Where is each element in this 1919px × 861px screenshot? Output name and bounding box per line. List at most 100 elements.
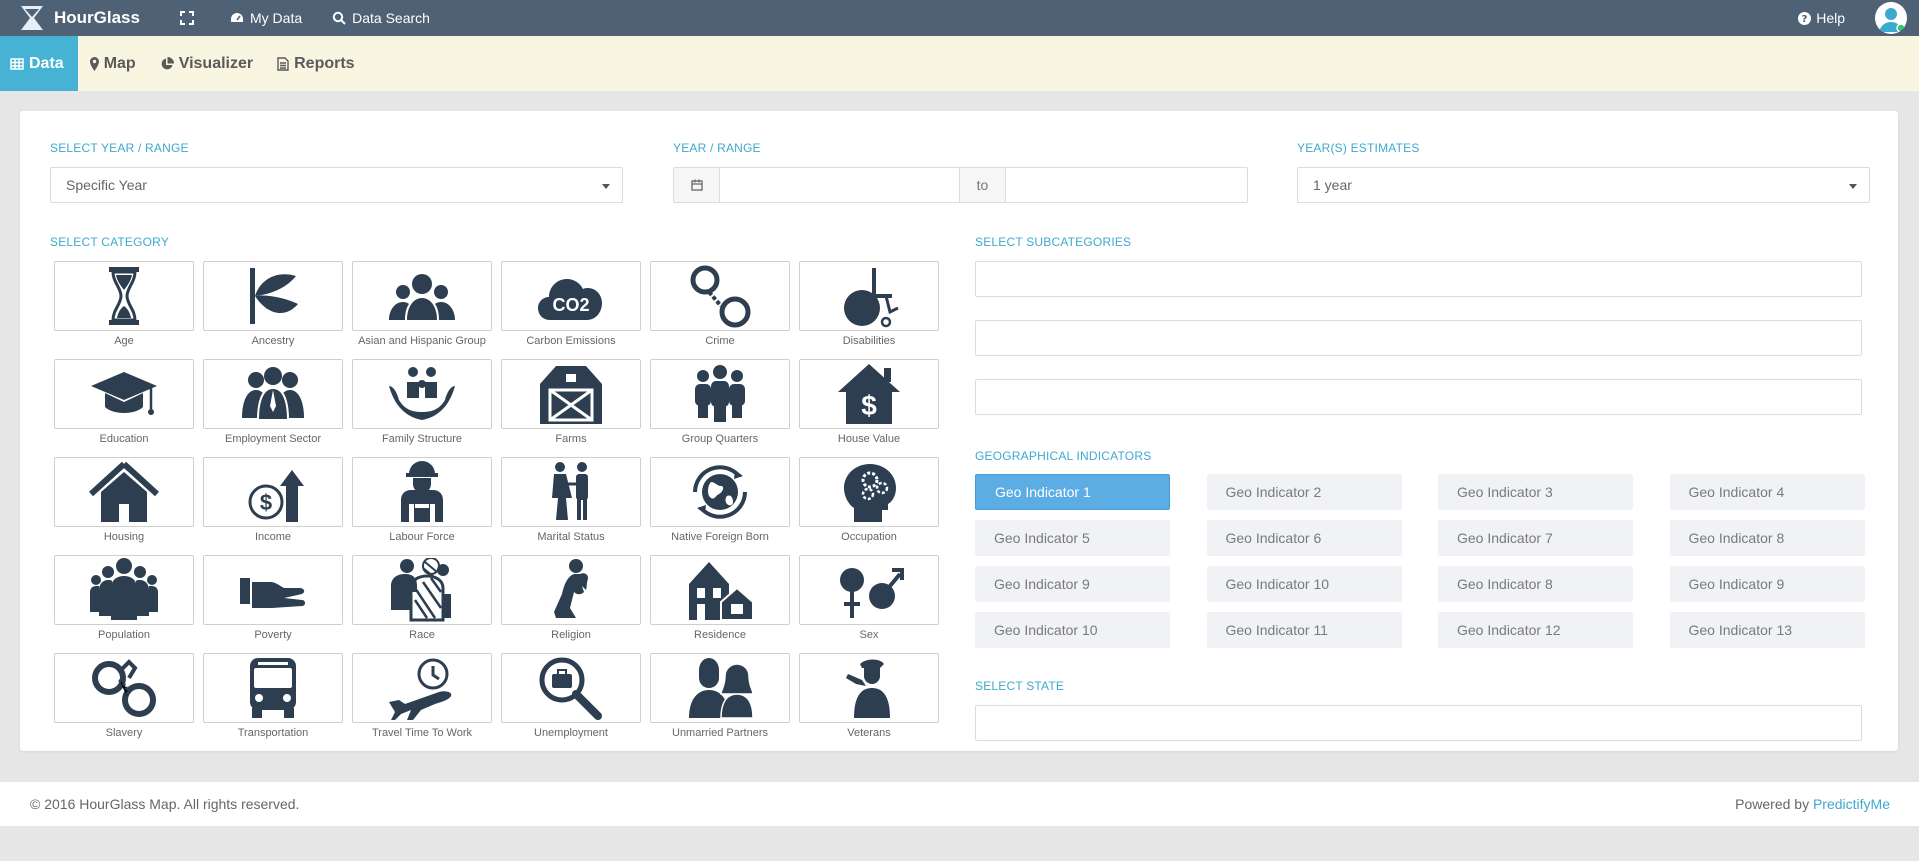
year-range-picker: to: [673, 167, 1248, 203]
category-caption: Education: [99, 433, 149, 445]
category-unmarried-partners[interactable]: Unmarried Partners: [650, 653, 790, 751]
category-travel-time[interactable]: Travel Time To Work: [352, 653, 492, 751]
subcategory-select-1[interactable]: [975, 261, 1862, 297]
category-caption: Income: [254, 531, 292, 543]
calendar-icon[interactable]: [674, 168, 720, 202]
category-marital-status[interactable]: Marital Status: [501, 457, 641, 555]
category-family-structure[interactable]: Family Structure: [352, 359, 492, 457]
tab-reports-label: Reports: [294, 54, 355, 72]
geo-indicator-button[interactable]: Geo Indicator 10: [975, 612, 1170, 648]
category-farms[interactable]: Farms: [501, 359, 641, 457]
category-caption: Employment Sector: [225, 433, 321, 445]
category-education[interactable]: Education: [54, 359, 194, 457]
svg-text:$: $: [260, 490, 272, 515]
powered-by-text: Powered by: [1735, 796, 1810, 812]
geo-indicator-button[interactable]: Geo Indicator 8: [1669, 520, 1865, 556]
category-poverty[interactable]: Poverty: [203, 555, 343, 653]
tab-data-label: Data: [29, 54, 64, 72]
geo-indicator-button[interactable]: Geo Indicator 12: [1438, 612, 1633, 648]
geo-indicator-button[interactable]: Geo Indicator 2: [1206, 474, 1402, 510]
category-native-foreign-born[interactable]: Native Foreign Born: [650, 457, 790, 555]
geo-indicator-button[interactable]: Geo Indicator 4: [1669, 474, 1865, 510]
category-sex[interactable]: Sex: [799, 555, 939, 653]
subcategory-select-2[interactable]: [975, 320, 1862, 356]
category-transportation[interactable]: Transportation: [203, 653, 343, 751]
category-caption: Group Quarters: [681, 433, 759, 445]
category-race[interactable]: Race: [352, 555, 492, 653]
co2-cloud-icon: CO2: [538, 279, 602, 320]
category-group-quarters[interactable]: Group Quarters: [650, 359, 790, 457]
category-employment-sector[interactable]: Employment Sector: [203, 359, 343, 457]
data-search-link[interactable]: Data Search: [332, 10, 430, 26]
state-select[interactable]: [975, 705, 1862, 741]
category-disabilities[interactable]: Disabilities: [799, 261, 939, 359]
my-data-label: My Data: [250, 10, 303, 26]
geo-indicator-button[interactable]: Geo Indicator 11: [1206, 612, 1402, 648]
tab-data[interactable]: Data: [0, 36, 78, 91]
geo-indicator-button[interactable]: Geo Indicator 6: [1206, 520, 1402, 556]
main-panel: SELECT YEAR / RANGE Specific Year YEAR /…: [20, 111, 1898, 751]
map-marker-icon: [89, 56, 99, 71]
category-asian-hispanic[interactable]: Asian and Hispanic Group: [352, 261, 492, 359]
geo-indicator-button[interactable]: Geo Indicator 3: [1438, 474, 1633, 510]
gender-icon: [840, 568, 904, 618]
caret-down-icon: [602, 184, 610, 189]
magnifier-briefcase-icon: [539, 657, 602, 720]
help-link[interactable]: ? Help: [1798, 10, 1845, 26]
barn-icon: [540, 366, 602, 424]
geo-indicator-button[interactable]: Geo Indicator 13: [1669, 612, 1865, 648]
category-unemployment[interactable]: Unemployment: [501, 653, 641, 751]
user-icon: [1879, 8, 1906, 33]
my-data-link[interactable]: My Data: [230, 10, 302, 26]
globe-cycle-icon: [693, 465, 747, 519]
geo-indicator-button[interactable]: Geo Indicator 1: [975, 474, 1170, 510]
category-labour-force[interactable]: Labour Force: [352, 457, 492, 555]
geo-indicators-label: GEOGRAPHICAL INDICATORS: [975, 449, 1152, 463]
fullscreen-button[interactable]: [180, 11, 200, 25]
category-population[interactable]: Population: [54, 555, 194, 653]
bus-icon: [250, 658, 296, 718]
open-hand-icon: [240, 578, 305, 608]
brand[interactable]: HourGlass: [0, 5, 180, 31]
category-religion[interactable]: Religion: [501, 555, 641, 653]
caret-down-icon: [1849, 184, 1857, 189]
category-caption: Residence: [694, 629, 746, 641]
category-veterans[interactable]: Veterans: [799, 653, 939, 751]
geo-indicator-button[interactable]: Geo Indicator 9: [975, 566, 1170, 602]
category-caption: Religion: [551, 629, 591, 641]
category-slavery[interactable]: Slavery: [54, 653, 194, 751]
year-range-label: SELECT YEAR / RANGE: [50, 141, 189, 155]
geo-indicator-button[interactable]: Geo Indicator 10: [1206, 566, 1402, 602]
category-house-value[interactable]: $ House Value: [799, 359, 939, 457]
subcategory-select-3[interactable]: [975, 379, 1862, 415]
range-start-input[interactable]: [720, 168, 960, 202]
range-end-input[interactable]: [1006, 168, 1247, 202]
year-range-select[interactable]: Specific Year: [50, 167, 623, 203]
category-ancestry[interactable]: Ancestry: [203, 261, 343, 359]
top-nav: My Data Data Search: [180, 10, 460, 26]
geo-indicator-button[interactable]: Geo Indicator 7: [1438, 520, 1633, 556]
category-residence[interactable]: Residence: [650, 555, 790, 653]
shackles-icon: [92, 659, 156, 717]
category-housing[interactable]: Housing: [54, 457, 194, 555]
category-income[interactable]: $ Income: [203, 457, 343, 555]
business-people-icon: [242, 367, 304, 421]
family-hands-icon: [389, 367, 455, 420]
plane-clock-icon: [389, 658, 452, 720]
geo-indicator-button[interactable]: Geo Indicator 5: [975, 520, 1170, 556]
geo-indicator-button[interactable]: Geo Indicator 8: [1438, 566, 1633, 602]
category-crime[interactable]: Crime: [650, 261, 790, 359]
predictifyme-link[interactable]: PredictifyMe: [1813, 796, 1890, 812]
svg-text:?: ?: [1802, 14, 1808, 25]
category-age[interactable]: Age: [54, 261, 194, 359]
geo-indicator-button[interactable]: Geo Indicator 9: [1669, 566, 1865, 602]
user-avatar[interactable]: [1875, 2, 1907, 34]
range-label: YEAR / RANGE: [673, 141, 761, 155]
tab-map[interactable]: Map: [78, 36, 148, 91]
estimates-select[interactable]: 1 year: [1297, 167, 1870, 203]
year-range-value: Specific Year: [66, 177, 147, 193]
tab-reports[interactable]: Reports: [265, 36, 366, 91]
tab-visualizer[interactable]: Visualizer: [148, 36, 265, 91]
category-carbon-emissions[interactable]: CO2 Carbon Emissions: [501, 261, 641, 359]
category-occupation[interactable]: Occupation: [799, 457, 939, 555]
